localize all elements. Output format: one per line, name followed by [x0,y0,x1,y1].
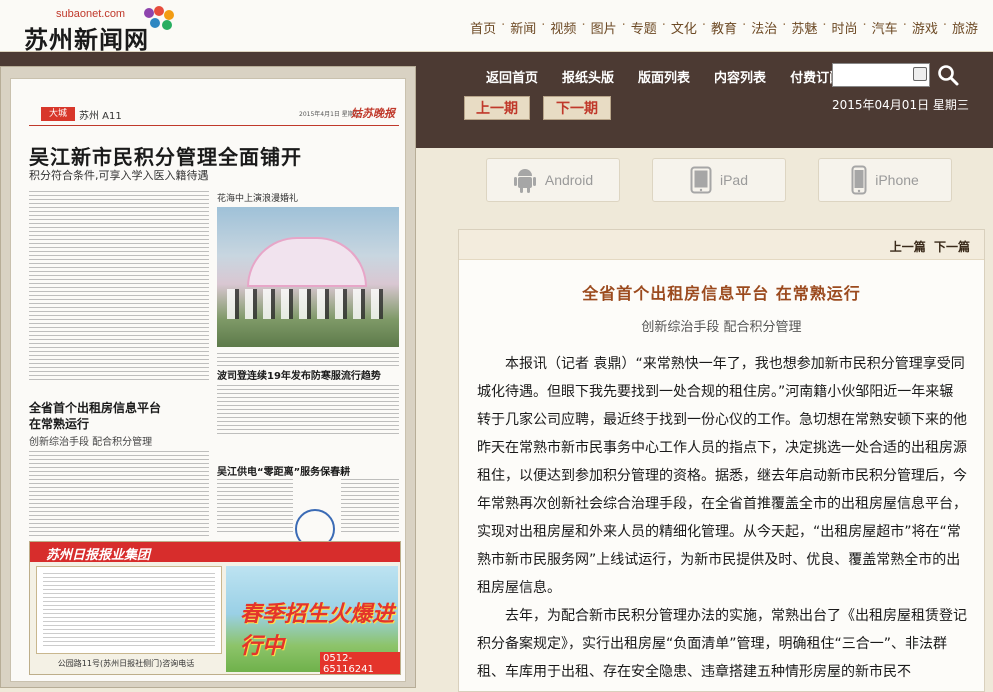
photo-figures [227,289,387,319]
paper-subhead: 积分符合条件,可享入学入医入籍待遇 [29,169,209,182]
android-button[interactable]: Android [486,158,620,202]
ad-address: 公园路11号(苏州日报社侧门)咨询电话 [57,659,195,668]
issue-date: 2015年04月01日 星期三 [832,98,969,112]
paper-article4-title[interactable]: 吴江供电“零距离”服务保春耕 [217,463,350,478]
search-icon [938,65,959,86]
logo-flower-icon [142,4,182,34]
nav-content-list[interactable]: 内容列表 [702,67,778,86]
ipad-button[interactable]: iPad [652,158,786,202]
tablet-icon [690,166,712,194]
article-subtitle: 创新综治手段 配合积分管理 [641,320,802,335]
ad-text [43,573,215,647]
nav-item[interactable]: 旅游 [947,18,983,37]
ad-title: 苏州日报报业集团 [46,548,151,563]
paper-article2-title-2[interactable]: 在常熟运行 [29,415,89,432]
nav-item[interactable]: 汽车 [867,18,903,37]
paper-masthead: 姑苏晚报 [351,107,395,120]
android-label: Android [544,172,594,188]
main-nav: 首页 · 新闻 · 视频 · 图片 · 专题 · 文化 · 教育 · 法治 · 苏魅 · 时尚 · 汽车 · 游戏 · 旅游 [465,18,983,37]
ad-course-list [36,566,222,654]
next-article-link[interactable]: 下一篇 [934,240,970,254]
ad-phone: 0512-65116241 [320,652,400,674]
ipad-label: iPad [719,172,749,188]
article-paragraph: 本报讯（记者 袁鼎）“来常熟快一年了，我也想参加新市民积分管理享受同城化待遇。但… [477,356,967,596]
keyboard-icon[interactable] [913,67,927,81]
nav-item[interactable]: 教育 [706,18,742,37]
paper-photo-caption: 花海中上演浪漫婚礼 [217,194,299,204]
paper-headline[interactable]: 吴江新市民积分管理全面铺开 [29,141,302,170]
paper-tag: 大城 [41,107,75,121]
nav-page-list[interactable]: 版面列表 [626,67,702,86]
paper-text-column [217,385,399,437]
epaper-nav: 返回首页 报纸头版 版面列表 内容列表 付费订阅 [474,67,854,86]
iphone-button[interactable]: iPhone [818,158,952,202]
nav-item[interactable]: 视频 [545,18,581,37]
article-body: 本报讯（记者 袁鼎）“来常熟快一年了，我也想参加新市民积分管理享受同城化待遇。但… [477,350,967,686]
article-topbar: 上一篇 下一篇 [459,230,984,260]
paper-text-column [217,479,293,535]
ad-right-title: 春季招生火爆进行中 [240,602,395,659]
paper-text-column [341,479,399,535]
nav-item[interactable]: 苏魅 [786,18,822,37]
paper-advertisement[interactable]: 苏州日报报业集团 春季招生火爆进行中 公园路11号(苏州日报社侧门)咨询电话 0… [29,541,401,675]
paper-text-column [29,191,209,341]
nav-item[interactable]: 专题 [626,18,662,37]
logo-title: 苏州新闻网 [24,26,149,54]
search-input[interactable] [833,65,911,85]
android-icon [513,169,536,193]
article-paragraph: 去年，为配合新市民积分管理办法的实施，常熟出台了《出租房屋租赁登记积分备案规定》… [477,608,967,680]
nav-item[interactable]: 时尚 [827,18,863,37]
nav-front-page[interactable]: 报纸头版 [550,67,626,86]
paper-article3-title[interactable]: 波司登连续19年发布防寒服流行趋势 [217,367,381,382]
newspaper-page[interactable]: 大城 苏州 A11 2015年4月1日 星期三 姑苏晚报 吴江新市民积分管理全面… [10,78,406,682]
article-panel: 上一篇 下一篇 全省首个出租房信息平台 在常熟运行 创新综治手段 配合积分管理 … [458,229,985,692]
next-issue-button[interactable]: 下一期 [543,96,611,120]
site-logo[interactable]: subaonet.com 苏州新闻网 [18,4,178,54]
wedding-photo[interactable] [217,207,399,347]
paper-text-column [29,343,209,383]
nav-item[interactable]: 首页 [465,18,501,37]
nav-item[interactable]: 图片 [586,18,622,37]
phone-icon [851,165,867,195]
paper-section: 苏州 A11 [79,111,122,122]
nav-home[interactable]: 返回首页 [474,67,550,86]
paper-rule [29,125,399,126]
nav-item[interactable]: 法治 [746,18,782,37]
nav-item[interactable]: 文化 [666,18,702,37]
photo-tent [247,237,367,287]
nav-item[interactable]: 新闻 [505,18,541,37]
article-title: 全省首个出租房信息平台 在常熟运行 [582,284,861,303]
iphone-label: iPhone [875,172,919,188]
article-pager: 上一篇 下一篇 [886,238,970,255]
site-header: subaonet.com 苏州新闻网 首页 · 新闻 · 视频 · 图片 · 专题 · 文化 · 教育 ·… [0,0,993,54]
paper-article2-title-1[interactable]: 全省首个出租房信息平台 [29,399,161,416]
search-button[interactable] [936,63,960,87]
logo-domain: subaonet.com [56,8,126,20]
nav-item[interactable]: 游戏 [907,18,943,37]
prev-article-link[interactable]: 上一篇 [890,240,926,254]
paper-text-column [29,451,209,537]
search-box [832,63,930,87]
paper-article2-sub: 创新综治手段 配合积分管理 [29,437,153,448]
prev-issue-button[interactable]: 上一期 [464,96,530,120]
ad-banner: 苏州日报报业集团 [30,542,400,563]
